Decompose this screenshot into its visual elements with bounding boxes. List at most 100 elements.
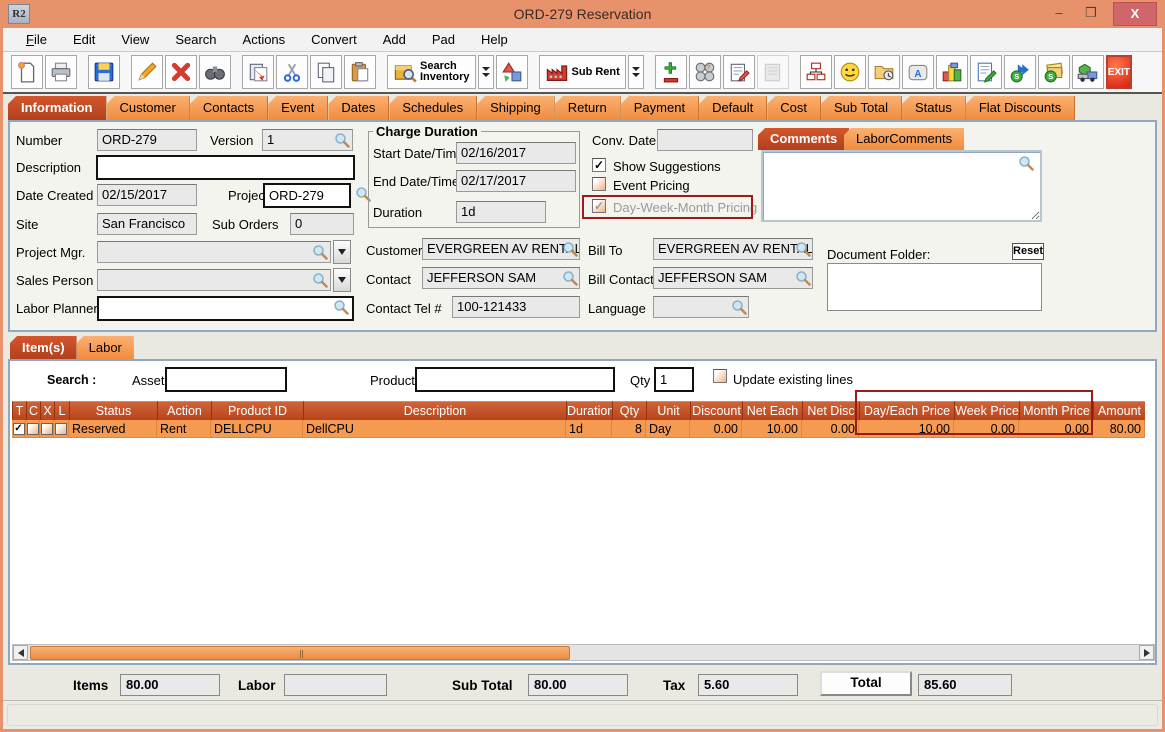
scroll-left-button[interactable] bbox=[13, 645, 28, 660]
row-status[interactable]: Reserved bbox=[69, 420, 157, 438]
new-document-button[interactable] bbox=[11, 55, 43, 89]
project-mgr-lookup-icon[interactable] bbox=[312, 244, 328, 260]
row-month-price[interactable]: 0.00 bbox=[1019, 420, 1093, 438]
menu-help[interactable]: Help bbox=[470, 30, 519, 49]
col-header-week-price[interactable]: Week Price bbox=[954, 401, 1019, 420]
tab-return[interactable]: Return bbox=[555, 96, 621, 120]
contact-lookup-icon[interactable] bbox=[562, 270, 578, 286]
tab-items[interactable]: Item(s) bbox=[10, 336, 77, 359]
col-header-product-id[interactable]: Product ID bbox=[211, 401, 303, 420]
row-x-checkbox[interactable] bbox=[41, 423, 53, 435]
col-header-discount[interactable]: Discount bbox=[690, 401, 742, 420]
asset-input[interactable] bbox=[165, 367, 287, 392]
shortcut-key-button[interactable]: A bbox=[902, 55, 934, 89]
search-inventory-dropdown[interactable] bbox=[478, 55, 494, 89]
col-header-status[interactable]: Status bbox=[69, 401, 157, 420]
bill-to-lookup-icon[interactable] bbox=[795, 241, 811, 257]
col-header-day-each-price[interactable]: Day/Each Price bbox=[859, 401, 954, 420]
reset-button[interactable]: Reset bbox=[1012, 243, 1044, 260]
tab-event[interactable]: Event bbox=[268, 96, 328, 120]
col-header-month-price[interactable]: Month Price bbox=[1019, 401, 1093, 420]
row-c-checkbox[interactable] bbox=[27, 423, 39, 435]
language-lookup-icon[interactable] bbox=[731, 299, 747, 315]
col-header-t[interactable]: T bbox=[12, 401, 26, 420]
project-mgr-dropdown[interactable] bbox=[333, 240, 351, 264]
exit-button[interactable]: EXIT bbox=[1106, 55, 1132, 89]
tab-dates[interactable]: Dates bbox=[328, 96, 389, 120]
close-button[interactable]: X bbox=[1113, 2, 1157, 26]
col-header-duration[interactable]: Duration bbox=[566, 401, 612, 420]
row-c-cell[interactable] bbox=[26, 420, 40, 438]
row-product-id[interactable]: DELLCPU bbox=[211, 420, 303, 438]
row-description[interactable]: DellCPU bbox=[303, 420, 566, 438]
menu-pad[interactable]: Pad bbox=[421, 30, 466, 49]
customer-smiley-button[interactable] bbox=[834, 55, 866, 89]
product-shapes-button[interactable] bbox=[496, 55, 528, 89]
row-net-disc[interactable]: 0.00 bbox=[802, 420, 859, 438]
row-t-checkbox[interactable] bbox=[13, 423, 25, 435]
scrollbar-thumb[interactable] bbox=[30, 646, 570, 660]
col-header-l[interactable]: L bbox=[54, 401, 69, 420]
project-input[interactable] bbox=[263, 183, 351, 208]
delivery-truck-button[interactable] bbox=[1072, 55, 1104, 89]
sub-rent-dropdown[interactable] bbox=[628, 55, 644, 89]
row-net-each[interactable]: 10.00 bbox=[742, 420, 802, 438]
save-button[interactable] bbox=[88, 55, 120, 89]
col-header-c[interactable]: C bbox=[26, 401, 40, 420]
col-header-x[interactable]: X bbox=[40, 401, 54, 420]
customer-lookup-icon[interactable] bbox=[562, 241, 578, 257]
kit-circles-button[interactable]: ? bbox=[689, 55, 721, 89]
copy-button[interactable] bbox=[310, 55, 342, 89]
cut-button[interactable] bbox=[276, 55, 308, 89]
paste-special-button[interactable] bbox=[242, 55, 274, 89]
sales-person-dropdown[interactable] bbox=[333, 268, 351, 292]
tab-sub-total[interactable]: Sub Total bbox=[821, 96, 902, 120]
col-header-unit[interactable]: Unit bbox=[646, 401, 690, 420]
tab-contacts[interactable]: Contacts bbox=[190, 96, 268, 120]
history-folder-button[interactable] bbox=[868, 55, 900, 89]
menu-view[interactable]: View bbox=[110, 30, 160, 49]
delete-button[interactable] bbox=[165, 55, 197, 89]
version-lookup-icon[interactable] bbox=[334, 132, 350, 148]
row-discount[interactable]: 0.00 bbox=[690, 420, 742, 438]
row-unit[interactable]: Day bbox=[646, 420, 690, 438]
comments-textarea[interactable] bbox=[761, 150, 1042, 222]
tab-default[interactable]: Default bbox=[699, 96, 767, 120]
col-header-net-disc[interactable]: Net Disc bbox=[802, 401, 859, 420]
qty-input[interactable] bbox=[654, 367, 694, 392]
find-button[interactable] bbox=[199, 55, 231, 89]
tab-flat-discounts[interactable]: Flat Discounts bbox=[966, 96, 1075, 120]
menu-edit[interactable]: Edit bbox=[62, 30, 106, 49]
menu-add[interactable]: Add bbox=[372, 30, 417, 49]
tab-payment[interactable]: Payment bbox=[621, 96, 699, 120]
edit-notes-button[interactable] bbox=[723, 55, 755, 89]
tab-schedules[interactable]: Schedules bbox=[389, 96, 477, 120]
tab-labor-comments[interactable]: LaborComments bbox=[844, 128, 964, 150]
paste-button[interactable] bbox=[344, 55, 376, 89]
search-inventory-button[interactable]: SearchInventory bbox=[387, 55, 476, 89]
col-header-action[interactable]: Action bbox=[157, 401, 211, 420]
print-button[interactable] bbox=[45, 55, 77, 89]
bill-contact-lookup-icon[interactable] bbox=[795, 270, 811, 286]
edit-button[interactable] bbox=[131, 55, 163, 89]
row-l-cell[interactable] bbox=[54, 420, 69, 438]
show-suggestions-checkbox[interactable] bbox=[592, 158, 606, 172]
tab-cost[interactable]: Cost bbox=[767, 96, 821, 120]
minimize-button[interactable]: – bbox=[1045, 2, 1073, 26]
labor-planner-input[interactable] bbox=[97, 296, 354, 321]
menu-actions[interactable]: Actions bbox=[232, 30, 297, 49]
col-header-amount[interactable]: Amount bbox=[1093, 401, 1145, 420]
add-remove-lines-button[interactable] bbox=[655, 55, 687, 89]
edit-invoice-button[interactable] bbox=[970, 55, 1002, 89]
comments-lookup-icon[interactable] bbox=[1018, 155, 1034, 171]
tab-labor[interactable]: Labor bbox=[77, 336, 134, 359]
money-notes-button[interactable]: S bbox=[1038, 55, 1070, 89]
accounts-stack-button[interactable] bbox=[936, 55, 968, 89]
sales-person-lookup-icon[interactable] bbox=[312, 272, 328, 288]
tab-comments[interactable]: Comments bbox=[758, 128, 849, 150]
row-x-cell[interactable] bbox=[40, 420, 54, 438]
row-qty[interactable]: 8 bbox=[612, 420, 646, 438]
row-l-checkbox[interactable] bbox=[55, 423, 67, 435]
sub-rent-button[interactable]: Sub Rent bbox=[539, 55, 626, 89]
tab-customer[interactable]: Customer bbox=[107, 96, 190, 120]
